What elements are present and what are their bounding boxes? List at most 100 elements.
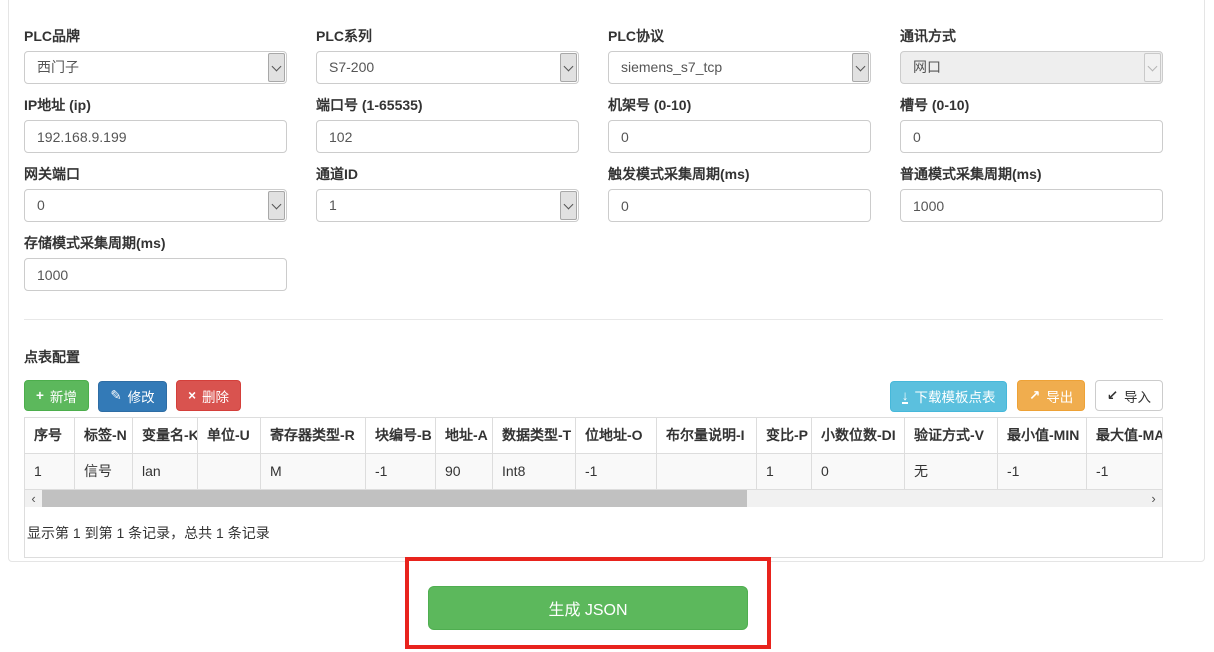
column-header: 块编号-B [366, 418, 436, 454]
field-label: 网关端口 [24, 165, 287, 183]
scroll-left-button[interactable]: ‹ [25, 490, 42, 507]
table-row[interactable]: 1 信号 lan M -1 90 Int8 -1 1 0 无 -1 -1 [25, 454, 1164, 490]
field-label: PLC品牌 [24, 27, 287, 45]
table-header-row: 序号 标签-N 变量名-K 单位-U 寄存器类型-R 块编号-B 地址-A 数据… [25, 418, 1164, 454]
form-group-rack: 机架号 (0-10) [608, 96, 871, 153]
form-group-channel-id: 通道ID 1 [316, 165, 579, 222]
table-cell: 0 [812, 454, 905, 490]
chevron-down-icon [268, 191, 285, 220]
port-input[interactable] [316, 120, 579, 153]
column-header: 标签-N [75, 418, 133, 454]
field-label: 端口号 (1-65535) [316, 96, 579, 114]
delete-button[interactable]: × 删除 [176, 380, 241, 411]
form-group-ip: IP地址 (ip) [24, 96, 287, 153]
select-value: 0 [25, 190, 286, 221]
plc-protocol-select[interactable]: siemens_s7_tcp [608, 51, 871, 84]
chevron-down-icon [1144, 53, 1161, 82]
plus-icon: + [36, 388, 44, 403]
horizontal-scrollbar[interactable]: ‹ › [25, 490, 1162, 507]
trigger-period-input[interactable] [608, 189, 871, 222]
button-label: 删除 [202, 386, 229, 406]
column-header: 布尔量说明-I [657, 418, 757, 454]
edit-button[interactable]: ✎ 修改 [98, 381, 166, 412]
field-label: 通道ID [316, 165, 579, 183]
scrollbar-thumb[interactable] [42, 490, 747, 507]
field-label: PLC协议 [608, 27, 871, 45]
button-label: 下载模板点表 [914, 386, 995, 406]
field-label: 通讯方式 [900, 27, 1163, 45]
table-cell [657, 454, 757, 490]
plc-brand-select[interactable]: 西门子 [24, 51, 287, 84]
table-cell: -1 [998, 454, 1087, 490]
scroll-right-button[interactable]: › [1145, 490, 1162, 507]
button-label: 新增 [50, 386, 77, 406]
column-header: 地址-A [436, 418, 493, 454]
form-group-port: 端口号 (1-65535) [316, 96, 579, 153]
chevron-down-icon [852, 53, 869, 82]
form-group-plc-series: PLC系列 S7-200 [316, 27, 579, 84]
export-icon: ↗ [1029, 388, 1040, 404]
button-label: 修改 [128, 386, 155, 406]
button-label: 导入 [1124, 386, 1151, 406]
plc-config-page: PLC品牌 西门子 PLC系列 S7-200 PLC协议 siemens_s7_… [0, 0, 1214, 652]
export-button[interactable]: ↗ 导出 [1017, 380, 1085, 411]
channel-id-select[interactable]: 1 [316, 189, 579, 222]
ip-address-input[interactable] [24, 120, 287, 153]
form-group-gateway-port: 网关端口 0 [24, 165, 287, 222]
form-group-storage-period: 存储模式采集周期(ms) [24, 234, 287, 291]
cross-icon: × [188, 388, 196, 403]
form-group-comm-mode: 通讯方式 网口 [900, 27, 1163, 84]
add-button[interactable]: + 新增 [24, 380, 89, 411]
toolbar-left: + 新增 ✎ 修改 × 删除 [24, 380, 241, 412]
table-cell: 90 [436, 454, 493, 490]
table-cell: -1 [576, 454, 657, 490]
table-cell: lan [133, 454, 198, 490]
select-value: siemens_s7_tcp [609, 52, 870, 83]
form-group-plc-protocol: PLC协议 siemens_s7_tcp [608, 27, 871, 84]
column-header: 验证方式-V [905, 418, 998, 454]
download-icon: ↓ [902, 389, 909, 404]
point-table: 序号 标签-N 变量名-K 单位-U 寄存器类型-R 块编号-B 地址-A 数据… [24, 417, 1163, 490]
column-header: 寄存器类型-R [261, 418, 366, 454]
table-cell: 1 [25, 454, 75, 490]
field-label: PLC系列 [316, 27, 579, 45]
point-table-container: 序号 标签-N 变量名-K 单位-U 寄存器类型-R 块编号-B 地址-A 数据… [24, 417, 1163, 558]
form-group-trigger-period: 触发模式采集周期(ms) [608, 165, 871, 222]
import-button[interactable]: ↙ 导入 [1095, 380, 1163, 411]
chevron-down-icon [268, 53, 285, 82]
storage-period-input[interactable] [24, 258, 287, 291]
column-header: 位地址-O [576, 418, 657, 454]
field-label: 存储模式采集周期(ms) [24, 234, 287, 252]
generate-json-button[interactable]: 生成 JSON [428, 586, 748, 630]
table-cell: 1 [757, 454, 812, 490]
column-header: 变比-P [757, 418, 812, 454]
normal-period-input[interactable] [900, 189, 1163, 222]
select-value: 网口 [901, 52, 1162, 83]
download-template-button[interactable]: ↓ 下载模板点表 [890, 381, 1008, 412]
select-value: 1 [317, 190, 578, 221]
column-header: 序号 [25, 418, 75, 454]
column-header: 单位-U [198, 418, 261, 454]
plc-series-select[interactable]: S7-200 [316, 51, 579, 84]
table-cell: 信号 [75, 454, 133, 490]
slot-number-input[interactable] [900, 120, 1163, 153]
gateway-port-select[interactable]: 0 [24, 189, 287, 222]
column-header: 数据类型-T [493, 418, 576, 454]
pencil-icon: ✎ [110, 388, 121, 404]
column-header: 变量名-K [133, 418, 198, 454]
field-label: 机架号 (0-10) [608, 96, 871, 114]
rack-number-input[interactable] [608, 120, 871, 153]
form-group-slot: 槽号 (0-10) [900, 96, 1163, 153]
column-header: 最大值-MAX [1087, 418, 1164, 454]
point-table-section-title: 点表配置 [24, 347, 80, 367]
table-toolbar: + 新增 ✎ 修改 × 删除 ↓ 下载模板点表 ↗ 导出 ↙ 导 [24, 380, 1163, 412]
chevron-down-icon [560, 53, 577, 82]
table-cell: 无 [905, 454, 998, 490]
select-value: S7-200 [317, 52, 578, 83]
table-cell: M [261, 454, 366, 490]
table-cell: -1 [366, 454, 436, 490]
comm-mode-select: 网口 [900, 51, 1163, 84]
select-value: 西门子 [25, 52, 286, 83]
record-summary: 显示第 1 到第 1 条记录，总共 1 条记录 [25, 507, 1162, 543]
field-label: IP地址 (ip) [24, 96, 287, 114]
